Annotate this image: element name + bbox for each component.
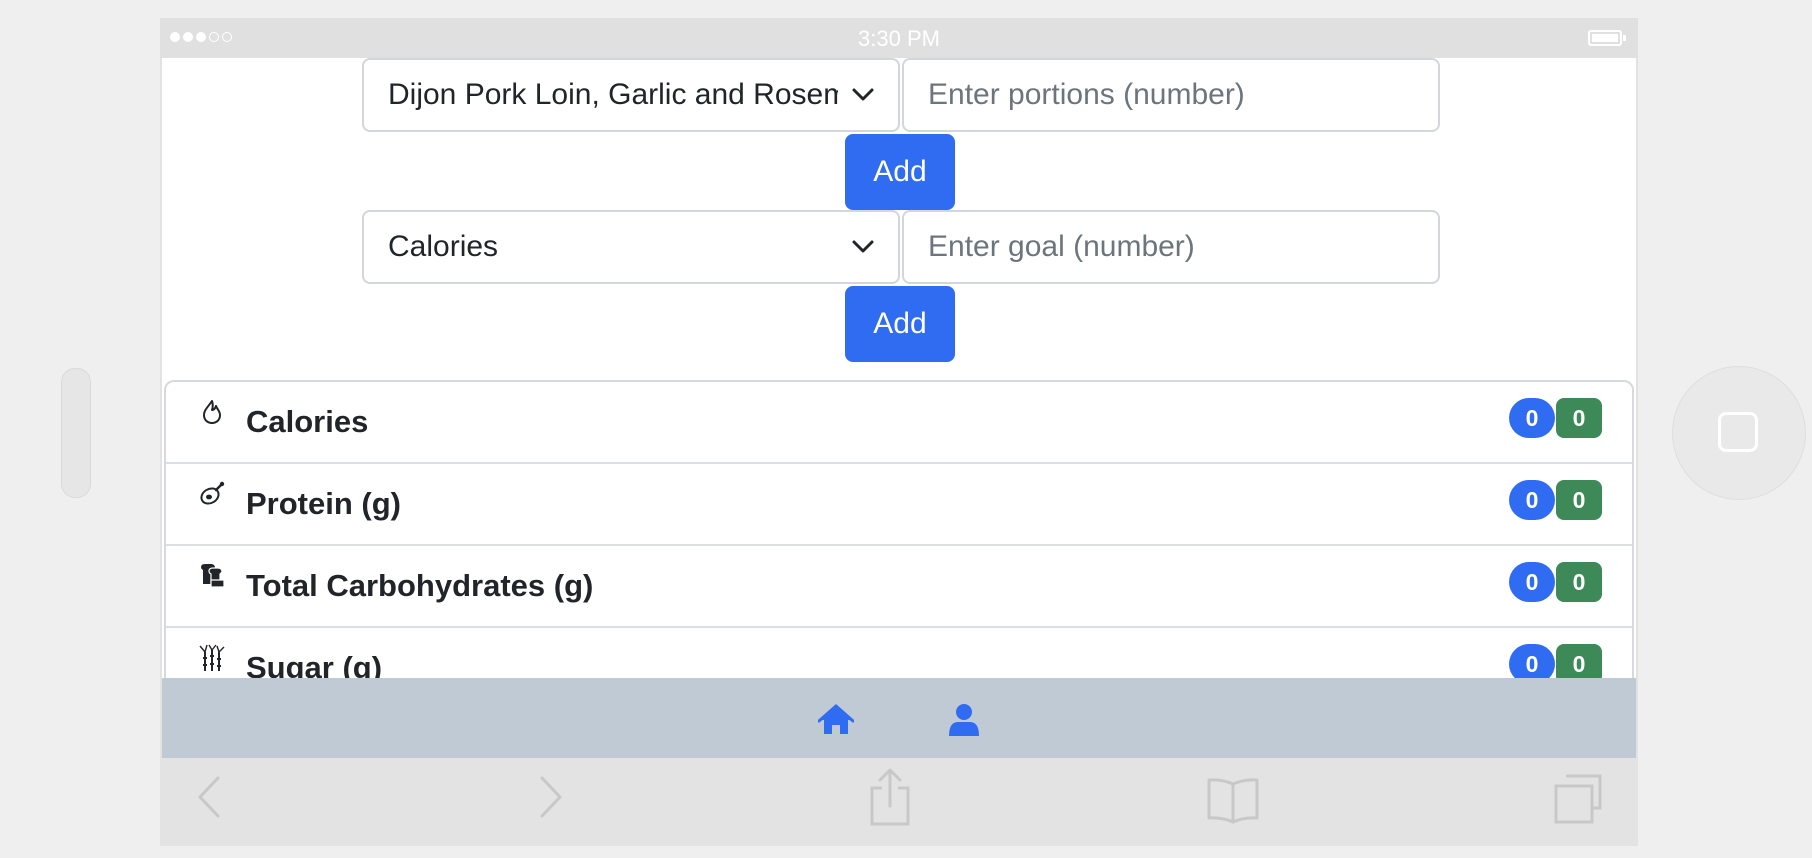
goal-form: Calories — [362, 210, 1442, 284]
recipe-form: Dijon Pork Loin, Garlic and Rosemary Pot… — [362, 58, 1442, 132]
back-icon[interactable] — [194, 774, 224, 820]
add-recipe-button[interactable]: Add — [845, 134, 955, 210]
recipe-select-value: Dijon Pork Loin, Garlic and Rosemary Pot… — [388, 78, 838, 111]
device-frame: 3:30 PM Dijon Pork Loin, Garlic and Rose… — [160, 18, 1638, 846]
add-goal-button[interactable]: Add — [845, 286, 955, 362]
consumed-badge: 0 — [1509, 562, 1555, 602]
sugarcane-icon — [199, 644, 225, 671]
nutrient-select[interactable]: Calories — [362, 210, 900, 284]
tabs-icon[interactable] — [1552, 772, 1604, 824]
browser-toolbar — [160, 758, 1638, 846]
bread-icon — [201, 564, 225, 588]
home-icon[interactable] — [818, 702, 854, 738]
home-square-icon — [1718, 412, 1758, 452]
nutrient-label: Calories — [246, 404, 369, 439]
battery-icon — [1588, 30, 1626, 46]
nutrient-badges: 0 0 — [1509, 480, 1602, 520]
recipe-select[interactable]: Dijon Pork Loin, Garlic and Rosemary Pot… — [362, 58, 900, 132]
chevron-down-icon — [852, 88, 874, 101]
list-item-carbohydrates[interactable]: Total Carbohydrates (g) 0 0 — [166, 546, 1632, 628]
nutrient-badges: 0 0 — [1509, 398, 1602, 438]
status-time: 3:30 PM — [858, 26, 940, 51]
user-icon[interactable] — [946, 702, 982, 738]
nutrient-select-value: Calories — [388, 230, 499, 263]
chevron-down-icon — [852, 240, 874, 253]
fire-icon — [203, 400, 221, 424]
consumed-badge: 0 — [1509, 398, 1555, 438]
share-icon[interactable] — [868, 768, 912, 826]
nutrient-badges: 0 0 — [1509, 562, 1602, 602]
meat-icon — [200, 481, 225, 505]
goal-badge: 0 — [1556, 480, 1602, 520]
forward-icon[interactable] — [536, 774, 566, 820]
device-side-button — [61, 368, 91, 498]
list-item-protein[interactable]: Protein (g) 0 0 — [166, 464, 1632, 546]
goal-badge: 0 — [1556, 562, 1602, 602]
nutrient-label: Total Carbohydrates (g) — [246, 568, 594, 603]
status-bar: 3:30 PM — [160, 18, 1638, 58]
device-home-button[interactable] — [1672, 366, 1806, 500]
bottom-nav — [162, 678, 1636, 758]
nutrient-label: Protein (g) — [246, 486, 401, 521]
app-screen: Dijon Pork Loin, Garlic and Rosemary Pot… — [162, 58, 1636, 758]
goal-input[interactable] — [902, 210, 1440, 284]
goal-badge: 0 — [1556, 398, 1602, 438]
list-item-calories[interactable]: Calories 0 0 — [166, 382, 1632, 464]
bookmarks-icon[interactable] — [1206, 776, 1260, 826]
portions-input[interactable] — [902, 58, 1440, 132]
consumed-badge: 0 — [1509, 480, 1555, 520]
